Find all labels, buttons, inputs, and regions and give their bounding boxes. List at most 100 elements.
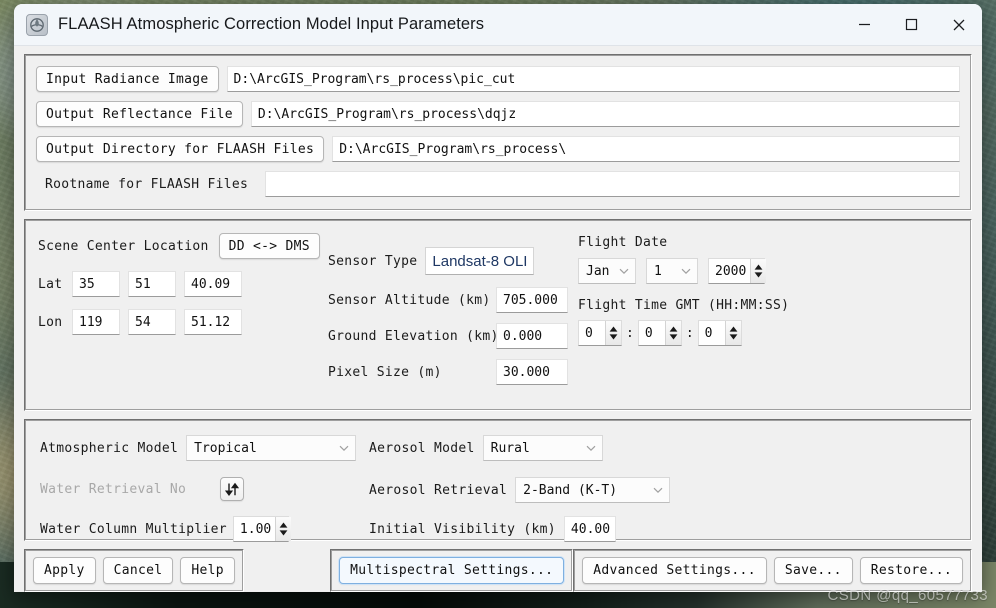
chevron-down-icon: [339, 445, 349, 452]
restore-button[interactable]: Restore...: [859, 557, 963, 584]
lon-label: Lon: [38, 314, 63, 330]
output-directory-button[interactable]: Output Directory for FLAASH Files: [36, 136, 325, 162]
ground-elevation-field[interactable]: 0.000: [496, 323, 568, 349]
longitude-row: Lon 119 54 51.12: [38, 309, 328, 335]
cancel-button[interactable]: Cancel: [102, 557, 174, 584]
water-column-multiplier-label: Water Column Multiplier: [40, 521, 227, 537]
output-reflectance-file-field[interactable]: D:\ArcGIS_Program\rs_process\dqjz: [250, 101, 960, 127]
sensor-altitude-label: Sensor Altitude (km): [328, 292, 491, 308]
flight-time-row: 0 : 0: 0: [578, 320, 960, 346]
flight-month-value: Jan: [586, 263, 610, 279]
flight-seconds-stepper[interactable]: 0: [697, 320, 742, 346]
flight-seconds-value: 0: [704, 325, 713, 341]
sensor-altitude-row: Sensor Altitude (km) 705.000: [328, 287, 578, 313]
close-button[interactable]: [935, 4, 982, 46]
aerosol-model-select[interactable]: Rural: [482, 435, 603, 461]
apply-button[interactable]: Apply: [33, 557, 96, 584]
ground-elevation-label: Ground Elevation (km): [328, 328, 499, 344]
lat-minutes-field[interactable]: 51: [128, 271, 176, 297]
secondary-button-group: Advanced Settings... Save... Restore...: [573, 549, 972, 592]
water-retrieval-value: No: [169, 481, 187, 497]
advanced-settings-button[interactable]: Advanced Settings...: [582, 557, 767, 584]
flight-date-label: Flight Date: [578, 235, 668, 250]
dialog-content: Input Radiance Image D:\ArcGIS_Program\r…: [14, 46, 982, 592]
scene-sensor-flight-group: Scene Center Location DD <-> DMS Lat 35 …: [24, 219, 972, 411]
updown-arrows-icon: [279, 522, 288, 536]
multispectral-settings-button[interactable]: Multispectral Settings...: [339, 557, 565, 584]
aerosol-retrieval-row: Aerosol Retrieval 2-Band (K-T): [369, 477, 671, 503]
save-button[interactable]: Save...: [773, 557, 853, 584]
minimize-button[interactable]: [841, 4, 888, 46]
flight-hours-stepper[interactable]: 0: [578, 320, 622, 346]
flight-time-label: Flight Time GMT (HH:MM:SS): [578, 298, 790, 313]
output-reflectance-file-button[interactable]: Output Reflectance File: [36, 101, 243, 127]
maximize-button[interactable]: [888, 4, 935, 46]
input-radiance-row: Input Radiance Image D:\ArcGIS_Program\r…: [36, 66, 960, 92]
chevron-down-icon: [653, 487, 663, 494]
initial-visibility-field[interactable]: 40.00: [563, 516, 616, 542]
flight-day-value: 1: [654, 263, 662, 279]
rootname-row: Rootname for FLAASH Files: [36, 171, 960, 197]
sensor-altitude-field[interactable]: 705.000: [496, 287, 568, 313]
updown-arrows-icon: [224, 482, 239, 496]
flight-month-select[interactable]: Jan: [578, 258, 636, 284]
pixel-size-row: Pixel Size (m) 30.000: [328, 359, 578, 385]
sensor-type-row: Sensor Type Landsat-8 OLI: [328, 247, 578, 275]
aerosol-model-value: Rural: [490, 440, 530, 456]
flight-day-select[interactable]: 1: [646, 258, 698, 284]
pixel-size-field[interactable]: 30.000: [496, 359, 568, 385]
aerosol-model-label: Aerosol Model: [369, 440, 475, 456]
sensor-type-label: Sensor Type: [328, 253, 418, 269]
title-bar[interactable]: FLAASH Atmospheric Correction Model Inpu…: [14, 4, 982, 46]
output-directory-field[interactable]: D:\ArcGIS_Program\rs_process\: [332, 136, 960, 162]
flight-year-stepper[interactable]: 2000: [708, 258, 767, 284]
water-retrieval-label: Water Retrieval: [40, 481, 162, 497]
initial-visibility-row: Initial Visibility (km) 40.00: [369, 516, 616, 542]
flight-year-value: 2000: [715, 263, 747, 279]
time-colon-1: :: [626, 325, 634, 341]
dd-dms-toggle-button[interactable]: DD <-> DMS: [218, 233, 320, 259]
water-column-spin-arrows[interactable]: [275, 517, 292, 541]
lat-seconds-field[interactable]: 40.09: [184, 271, 242, 297]
latitude-row: Lat 35 51 40.09: [38, 271, 328, 297]
flaash-dialog-window: FLAASH Atmospheric Correction Model Inpu…: [14, 4, 982, 592]
flight-minutes-spin-arrows[interactable]: [664, 321, 681, 345]
chevron-down-icon: [586, 445, 596, 452]
help-button[interactable]: Help: [180, 557, 235, 584]
chevron-down-icon: [681, 268, 691, 275]
flight-minutes-stepper[interactable]: 0: [637, 320, 682, 346]
output-directory-row: Output Directory for FLAASH Files D:\Arc…: [36, 136, 960, 162]
water-retrieval-toggle-button[interactable]: [219, 477, 244, 501]
water-column-multiplier-value: 1.00: [239, 521, 272, 537]
atmospheric-settings-group: Atmospheric Model Tropical Water Retriev…: [24, 419, 972, 542]
output-reflectance-row: Output Reflectance File D:\ArcGIS_Progra…: [36, 101, 960, 127]
atmospheric-model-label: Atmospheric Model: [40, 440, 179, 456]
input-radiance-image-button[interactable]: Input Radiance Image: [36, 66, 219, 92]
rootname-field[interactable]: [265, 171, 960, 197]
aerosol-model-row: Aerosol Model Rural: [369, 435, 603, 461]
lat-degrees-field[interactable]: 35: [72, 271, 120, 297]
chevron-down-icon: [619, 268, 629, 275]
scene-center-header: Scene Center Location DD <-> DMS: [38, 233, 328, 259]
flight-year-spin-arrows[interactable]: [750, 259, 767, 283]
flaash-app-icon: [26, 13, 48, 36]
pixel-size-label: Pixel Size (m): [328, 364, 442, 380]
flight-date-row: Jan 1 2000: [578, 258, 960, 284]
updown-arrows-icon: [754, 264, 763, 278]
sensor-type-field[interactable]: Landsat-8 OLI: [425, 247, 535, 275]
flight-seconds-spin-arrows[interactable]: [724, 321, 741, 345]
scene-center-location-label: Scene Center Location: [38, 238, 209, 254]
aerosol-retrieval-value: 2-Band (K-T): [523, 482, 618, 498]
water-retrieval-row: Water Retrieval No: [40, 477, 244, 501]
atmospheric-model-select[interactable]: Tropical: [186, 435, 357, 461]
aerosol-retrieval-select[interactable]: 2-Band (K-T): [515, 477, 671, 503]
atmospheric-model-value: Tropical: [194, 440, 257, 456]
multispectral-button-group: Multispectral Settings...: [330, 549, 574, 592]
input-radiance-image-field[interactable]: D:\ArcGIS_Program\rs_process\pic_cut: [226, 66, 960, 92]
flight-hours-spin-arrows[interactable]: [605, 321, 621, 345]
lon-degrees-field[interactable]: 119: [72, 309, 120, 335]
lon-minutes-field[interactable]: 54: [128, 309, 176, 335]
lon-seconds-field[interactable]: 51.12: [184, 309, 242, 335]
water-column-multiplier-stepper[interactable]: 1.00: [232, 516, 292, 542]
atmospheric-model-row: Atmospheric Model Tropical: [40, 435, 357, 461]
